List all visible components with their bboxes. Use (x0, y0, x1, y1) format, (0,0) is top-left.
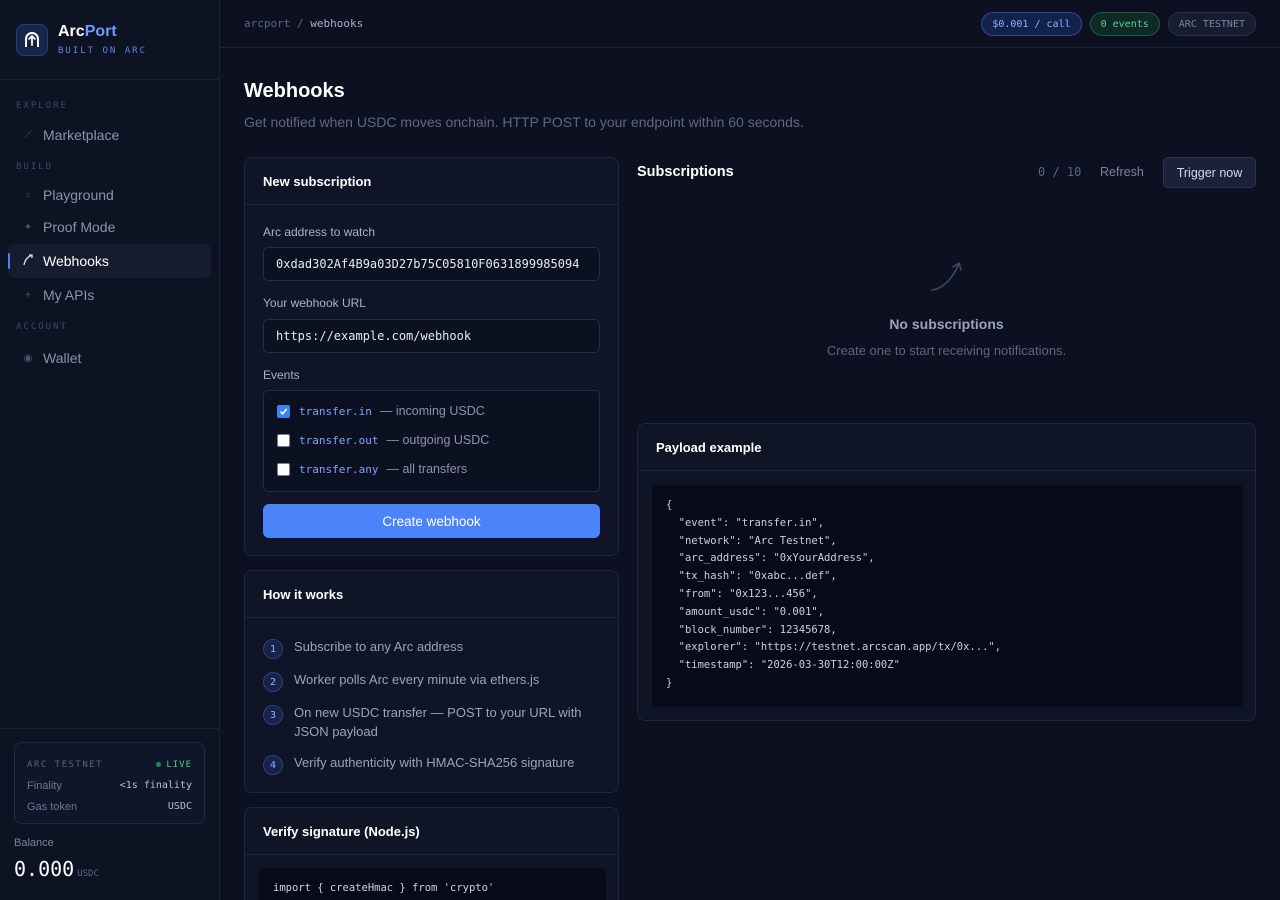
sidebar-item-label: Playground (43, 187, 114, 203)
breadcrumb-root[interactable]: arcport (244, 17, 290, 30)
how-it-works-card: How it works 1 Subscribe to any Arc addr… (244, 570, 619, 793)
webhook-arrow-icon (928, 258, 964, 297)
events-list: transfer.in — incoming USDC transfer.out… (263, 390, 600, 492)
sidebar-item-proof-mode[interactable]: ✦ Proof Mode (8, 210, 211, 244)
checkbox-icon[interactable] (277, 433, 290, 447)
step-number: 2 (263, 672, 283, 692)
step-item: 4 Verify authenticity with HMAC-SHA256 s… (263, 753, 603, 775)
sidebar-item-label: Webhooks (43, 253, 109, 269)
refresh-button[interactable]: Refresh (1100, 165, 1144, 179)
step-item: 2 Worker polls Arc every minute via ethe… (263, 670, 603, 692)
network-title: ARC TESTNET (27, 759, 104, 770)
page-subtitle: Get notified when USDC moves onchain. HT… (244, 114, 804, 130)
step-item: 3 On new USDC transfer — POST to your UR… (263, 703, 603, 741)
events-label: Events (263, 368, 300, 382)
webhook-url-input[interactable]: https://example.com/webhook (263, 319, 600, 353)
verify-code-block: import { createHmac } from 'crypto' (259, 868, 606, 900)
sidebar-footer: ARC TESTNET LIVE Finality <1s finality G… (0, 728, 219, 900)
event-desc: — outgoing USDC (386, 433, 490, 447)
page-title: Webhooks (244, 80, 345, 102)
events-badge: 0 events (1089, 12, 1160, 36)
event-code: transfer.any (299, 462, 379, 476)
verify-signature-card: Verify signature (Node.js) import { crea… (244, 807, 619, 900)
topbar: arcport / webhooks $0.001 / call 0 event… (220, 0, 1280, 48)
breadcrumb-current: webhooks (310, 17, 364, 30)
balance-value: 0.000 USDC (14, 857, 99, 881)
sidebar-item-my-apis[interactable]: + My APIs (8, 278, 211, 312)
balance-unit: USDC (77, 869, 99, 879)
network-status-card: ARC TESTNET LIVE Finality <1s finality G… (14, 742, 205, 824)
breadcrumb: arcport / webhooks (244, 17, 363, 30)
sidebar-item-label: Wallet (43, 350, 82, 366)
gas-token-label: Gas token (27, 800, 78, 813)
empty-state-title: No subscriptions (889, 316, 1004, 332)
balance-label: Balance (14, 837, 54, 849)
arcport-logo-icon (16, 23, 48, 56)
payload-example-card: Payload example { "event": "transfer.in"… (637, 423, 1256, 721)
sidebar: ArcPort BUILT ON ARC EXPLORE ⟋ Marketpla… (0, 0, 220, 900)
checkbox-icon[interactable] (277, 462, 290, 476)
subscriptions-count: 0 / 10 (1038, 165, 1082, 179)
create-webhook-button[interactable]: Create webhook (263, 504, 600, 538)
event-desc: — all transfers (386, 462, 468, 476)
step-number: 1 (263, 639, 283, 659)
payload-code-block: { "event": "transfer.in", "network": "Ar… (652, 485, 1243, 707)
event-desc: — incoming USDC (379, 404, 485, 418)
sidebar-item-playground[interactable]: ○ Playground (8, 178, 211, 212)
step-text: On new USDC transfer — POST to your URL … (294, 705, 582, 739)
event-code: transfer.in (299, 404, 372, 418)
step-number: 3 (263, 705, 283, 725)
gas-token-value: USDC (167, 801, 192, 812)
nav-section-explore: EXPLORE (16, 101, 68, 111)
brand-name: ArcPort (58, 23, 117, 40)
webhook-url-label: Your webhook URL (263, 296, 366, 310)
breadcrumb-separator: / (296, 17, 304, 30)
sidebar-item-label: Proof Mode (43, 219, 116, 235)
sidebar-item-marketplace[interactable]: ⟋ Marketplace (8, 118, 211, 152)
sidebar-item-label: Marketplace (43, 127, 120, 143)
step-number: 4 (263, 755, 283, 775)
card-title: New subscription (245, 158, 618, 205)
price-badge: $0.001 / call (981, 12, 1082, 36)
event-code: transfer.out (299, 433, 379, 447)
step-text: Verify authenticity with HMAC-SHA256 sig… (294, 755, 575, 770)
nav-section-build: BUILD (16, 162, 54, 172)
new-subscription-card: New subscription Arc address to watch 0x… (244, 157, 619, 556)
plus-icon: + (25, 289, 31, 301)
step-item: 1 Subscribe to any Arc address (263, 637, 603, 659)
step-text: Subscribe to any Arc address (294, 639, 464, 654)
finality-label: Finality (27, 779, 62, 792)
network-badge: ARC TESTNET (1167, 12, 1256, 36)
wallet-dot-icon: ◉ (23, 352, 33, 364)
card-title: How it works (245, 571, 618, 618)
checkbox-checked-icon[interactable] (277, 404, 290, 418)
live-badge: LIVE (156, 760, 192, 770)
arrow-curve-icon (22, 253, 34, 269)
card-title: Payload example (638, 424, 1255, 471)
trigger-now-button[interactable]: Trigger now (1163, 157, 1256, 188)
circle-icon: ○ (24, 189, 32, 201)
address-input[interactable]: 0xdad302Af4B9a03D27b75C05810F06318999850… (263, 247, 600, 281)
empty-state-subtitle: Create one to start receiving notificati… (826, 343, 1067, 358)
sidebar-item-label: My APIs (43, 287, 95, 303)
card-title: Verify signature (Node.js) (245, 808, 618, 855)
finality-value: <1s finality (119, 780, 192, 791)
sidebar-item-wallet[interactable]: ◉ Wallet (8, 341, 211, 375)
event-option-transfer-in[interactable]: transfer.in — incoming USDC (277, 402, 485, 420)
event-option-transfer-any[interactable]: transfer.any — all transfers (277, 460, 467, 478)
sidebar-item-webhooks[interactable]: Webhooks (8, 244, 211, 278)
event-option-transfer-out[interactable]: transfer.out — outgoing USDC (277, 431, 489, 449)
brand-subtitle: BUILT ON ARC (58, 46, 148, 56)
address-label: Arc address to watch (263, 225, 376, 239)
subscriptions-title: Subscriptions (637, 164, 734, 180)
live-dot-icon (156, 761, 162, 767)
brand[interactable]: ArcPort BUILT ON ARC (0, 0, 219, 80)
step-text: Worker polls Arc every minute via ethers… (294, 672, 540, 687)
sparkle-icon: ⟋ (24, 129, 32, 141)
nav-section-account: ACCOUNT (16, 322, 68, 332)
diamond-icon: ✦ (23, 221, 33, 233)
